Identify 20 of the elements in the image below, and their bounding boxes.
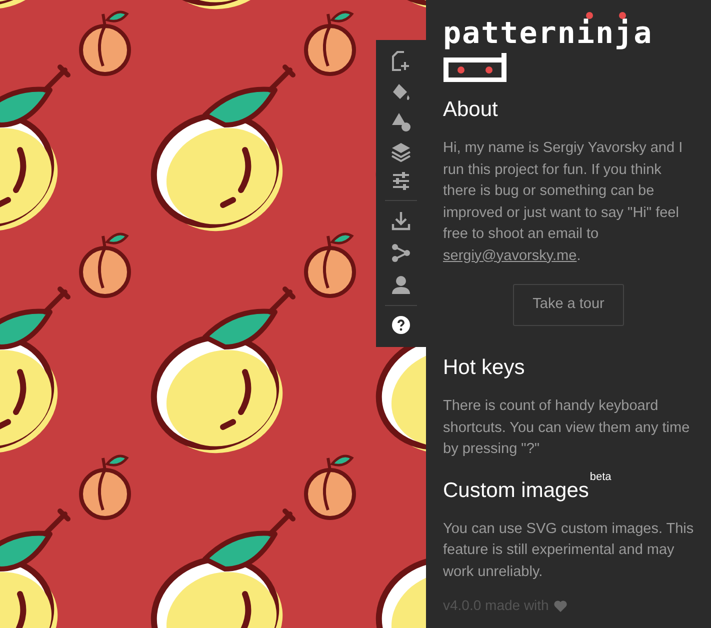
new-file-icon[interactable] [391,50,411,72]
shapes-icon[interactable] [391,112,411,132]
logo-text: patterninja [443,18,653,50]
section-heading: Custom images [443,478,589,504]
section-paragraph: There is count of handy keyboard shortcuts. You can view them any time by pressing "?" [443,397,691,459]
section-paragraph: You can use SVG custom images. This feature is still experimental and may work unreliably. [443,520,695,582]
heart-icon [554,600,567,612]
layers-icon[interactable] [391,142,411,162]
download-icon[interactable] [391,211,411,231]
take-tour-button[interactable]: Take a tour [512,284,624,326]
sliders-icon[interactable] [391,172,411,190]
beta-label: beta [590,470,612,482]
paint-bucket-icon[interactable] [391,82,411,102]
help-icon[interactable] [392,316,410,334]
email-link[interactable]: sergiy@yavorsky.me [443,248,577,264]
section-heading: Hot keys [443,355,525,381]
section-paragraph: Hi, my name is Sergiy Yavorsky and I run this project for fun. If you think there is bug or something can be improved or just want to say "Hi" feel free to shoot an email to sergiy@yavorsky.me. [443,139,684,266]
section-heading: About [443,97,498,123]
user-icon[interactable] [391,275,411,295]
share-icon[interactable] [391,243,411,263]
